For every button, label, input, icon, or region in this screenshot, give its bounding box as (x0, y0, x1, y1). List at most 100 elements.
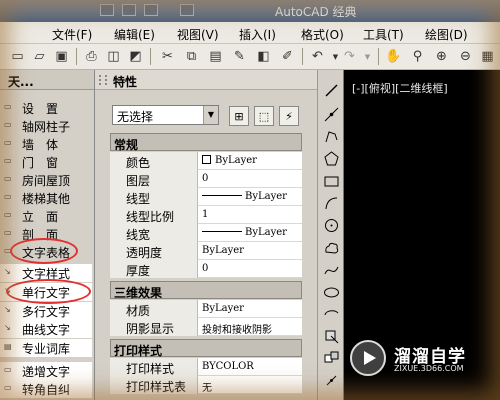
text-table-icon: ▭ (4, 246, 12, 255)
door-icon: ▭ (4, 156, 12, 165)
circle-icon[interactable] (323, 217, 340, 234)
prop-row-shadow[interactable]: 阴影显示 投射和接收阴影 (110, 318, 302, 336)
section-plot-style[interactable]: 打印样式 (110, 339, 302, 358)
new-file-icon[interactable]: ▭ (8, 47, 27, 66)
pan-hand-icon[interactable]: ✋ (384, 47, 403, 66)
make-block-icon[interactable] (323, 350, 340, 367)
print-preview-icon[interactable]: ◫ (104, 47, 123, 66)
construction-line-icon[interactable] (323, 106, 340, 123)
palette-item-section[interactable]: ▭ 剖 面 (0, 225, 92, 243)
revision-cloud-icon[interactable] (323, 240, 340, 257)
panel-grip-icon[interactable] (99, 75, 107, 85)
chevron-down-icon[interactable]: ▼ (203, 106, 218, 124)
prop-row-layer[interactable]: 图层 0 (110, 170, 302, 188)
title-bar: AutoCAD 经典 (0, 0, 500, 22)
insert-block-icon[interactable] (323, 328, 340, 345)
increment-text-icon: ▭ (4, 365, 12, 374)
zoom-previous-icon[interactable]: ⊖ (456, 47, 475, 66)
palette-item-curve-text[interactable]: ↘ 曲线文字 (0, 320, 92, 338)
redo-dropdown-icon[interactable]: ▼ (358, 47, 377, 66)
stair-icon: ▭ (4, 192, 12, 201)
section-icon: ▭ (4, 228, 12, 237)
palette-item-multi-line-text[interactable]: ↘ 多行文字 (0, 302, 92, 320)
prop-row-plot-style[interactable]: 打印样式 BYCOLOR (110, 358, 302, 376)
paste-icon[interactable]: ▤ (206, 47, 225, 66)
copy-icon[interactable]: ⧉ (182, 47, 201, 66)
section-general[interactable]: 常规 (110, 133, 302, 152)
menu-edit[interactable]: 编辑(E) (114, 26, 155, 43)
palette-item-corner-fix[interactable]: ▭ 转角自纠 (0, 380, 92, 398)
palette-item-text-table[interactable]: ▭ 文字表格 (0, 243, 92, 261)
standard-toolbar: ▭ ▱ ▣ ⎙ ◫ ◩ ✂ ⧉ ▤ ✎ ◧ ✐ ↶ ▼ ↷ ▼ ✋ ⚲ ⊕ ⊖ … (0, 44, 500, 70)
spline-icon[interactable] (323, 262, 340, 279)
palette-item-settings[interactable]: ▭ 设 置 (0, 99, 92, 117)
prop-row-lineweight[interactable]: 线宽 ByLayer (110, 224, 302, 242)
lineweight-sample (202, 231, 242, 232)
open-folder-icon[interactable]: ▱ (30, 47, 49, 66)
redo-icon[interactable]: ↷ (340, 47, 359, 66)
polygon-icon[interactable] (323, 150, 340, 167)
publish-icon[interactable]: ◩ (126, 47, 145, 66)
undo-icon[interactable]: ↶ (308, 47, 327, 66)
zoom-realtime-icon[interactable]: ⚲ (408, 47, 427, 66)
palette-item-elevation[interactable]: ▭ 立 面 (0, 207, 92, 225)
wall-icon: ▭ (4, 138, 12, 147)
section-3d-effects[interactable]: 三维效果 (110, 281, 302, 300)
window-title: AutoCAD 经典 (275, 5, 357, 19)
polyline-icon[interactable] (323, 128, 340, 145)
qa-undo-icon[interactable] (122, 4, 136, 16)
palette-item-door-window[interactable]: ▭ 门 窗 (0, 153, 92, 171)
prop-row-material[interactable]: 材质 ByLayer (110, 300, 302, 318)
prop-row-linetype-scale[interactable]: 线型比例 1 (110, 206, 302, 224)
select-objects-icon[interactable]: ⬚ (254, 106, 274, 126)
color-swatch (202, 155, 211, 164)
match-properties-icon[interactable]: ✎ (230, 47, 249, 66)
tool-palette-header: 天... (0, 70, 94, 90)
palette-item-axis-grid[interactable]: ▭ 轴网柱子 (0, 117, 92, 135)
palette-item-increment-text[interactable]: ▭ 递增文字 (0, 362, 92, 380)
zoom-window-icon[interactable]: ⊕ (432, 47, 451, 66)
qa-redo-icon[interactable] (144, 4, 158, 16)
menu-format[interactable]: 格式(O) (301, 26, 344, 43)
prop-row-transparency[interactable]: 透明度 ByLayer (110, 242, 302, 260)
palette-item-wall[interactable]: ▭ 墙 体 (0, 135, 92, 153)
text-style-icon: ↘ (4, 267, 11, 276)
quick-select-icon[interactable]: ⚡ (279, 106, 299, 126)
block-editor-icon[interactable]: ◧ (254, 47, 273, 66)
cut-icon[interactable]: ✂ (158, 47, 177, 66)
properties-icon[interactable]: ▦ (478, 47, 497, 66)
qa-save-icon[interactable] (100, 4, 114, 16)
properties-panel: 特性 无选择 ▼ ⊞ ⬚ ⚡ 常规 颜色 ByLayer 图层 0 线型 ByLayer… (95, 70, 317, 400)
menu-file[interactable]: 文件(F) (52, 26, 92, 43)
ellipse-icon[interactable] (323, 284, 340, 301)
selection-dropdown[interactable]: 无选择 ▼ (112, 105, 219, 125)
brush-icon[interactable]: ✐ (278, 47, 297, 66)
rectangle-icon[interactable] (323, 173, 340, 190)
prop-row-linetype[interactable]: 线型 ByLayer (110, 188, 302, 206)
menu-draw[interactable]: 绘图(D) (425, 26, 468, 43)
prop-row-plot-style-table[interactable]: 打印样式表无 (110, 376, 302, 394)
ellipse-arc-icon[interactable] (323, 306, 340, 323)
arc-icon[interactable] (323, 195, 340, 212)
palette-item-room-roof[interactable]: ▭ 房间屋顶 (0, 171, 92, 189)
linetype-sample (202, 195, 242, 196)
viewport-controls-label[interactable]: [-][俯视][二维线框] (352, 80, 448, 96)
palette-item-dictionary[interactable]: ▤ 专业词库 (0, 339, 92, 357)
point-icon[interactable] (323, 372, 340, 389)
curve-text-icon: ↘ (4, 323, 11, 332)
save-icon[interactable]: ▣ (52, 47, 71, 66)
qa-plot-icon[interactable] (180, 4, 194, 16)
print-icon[interactable]: ⎙ (82, 47, 101, 66)
watermark: 溜溜自学 ZIXUE.3D66.COM (350, 340, 500, 380)
prop-row-color[interactable]: 颜色 ByLayer (110, 152, 302, 170)
menu-tools[interactable]: 工具(T) (363, 26, 404, 43)
prop-row-thickness[interactable]: 厚度 0 (110, 260, 302, 278)
palette-item-single-line-text[interactable]: ↘ 单行文字 (0, 283, 92, 301)
palette-item-stair[interactable]: ▭ 楼梯其他 (0, 189, 92, 207)
menu-insert[interactable]: 插入(I) (239, 26, 276, 43)
menu-view[interactable]: 视图(V) (177, 26, 219, 43)
palette-item-text-style[interactable]: ↘ 文字样式 (0, 264, 92, 282)
line-icon[interactable] (323, 82, 340, 99)
menu-bar: 文件(F) 编辑(E) 视图(V) 插入(I) 格式(O) 工具(T) 绘图(D… (0, 22, 500, 44)
toggle-pickadd-icon[interactable]: ⊞ (229, 106, 249, 126)
